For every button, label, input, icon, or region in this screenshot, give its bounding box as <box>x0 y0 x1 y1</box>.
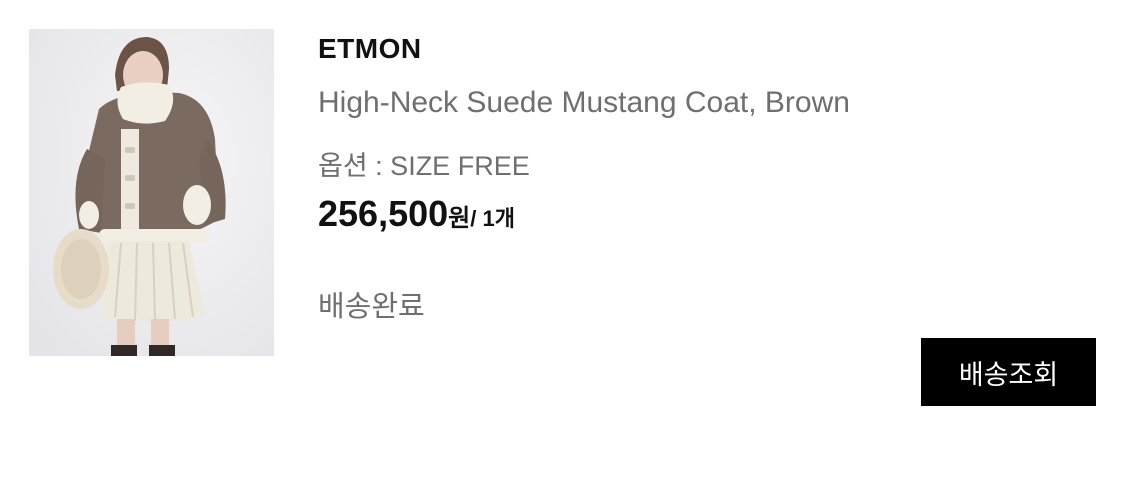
option-text: 옵션 : SIZE FREE <box>318 151 530 181</box>
price-row: 256,500원/ 1개 <box>318 193 515 235</box>
product-photo <box>29 29 274 356</box>
track-delivery-button[interactable]: 배송조회 <box>921 338 1096 406</box>
product-name[interactable]: High-Neck Suede Mustang Coat, Brown <box>318 86 850 120</box>
product-thumbnail[interactable] <box>29 29 274 356</box>
brand-name[interactable]: ETMON <box>318 33 422 65</box>
price-unit: 원 <box>448 205 471 232</box>
delivery-status: 배송완료 <box>318 291 425 323</box>
price-amount: 256,500 <box>318 193 449 234</box>
quantity-text: / 1개 <box>470 206 515 231</box>
